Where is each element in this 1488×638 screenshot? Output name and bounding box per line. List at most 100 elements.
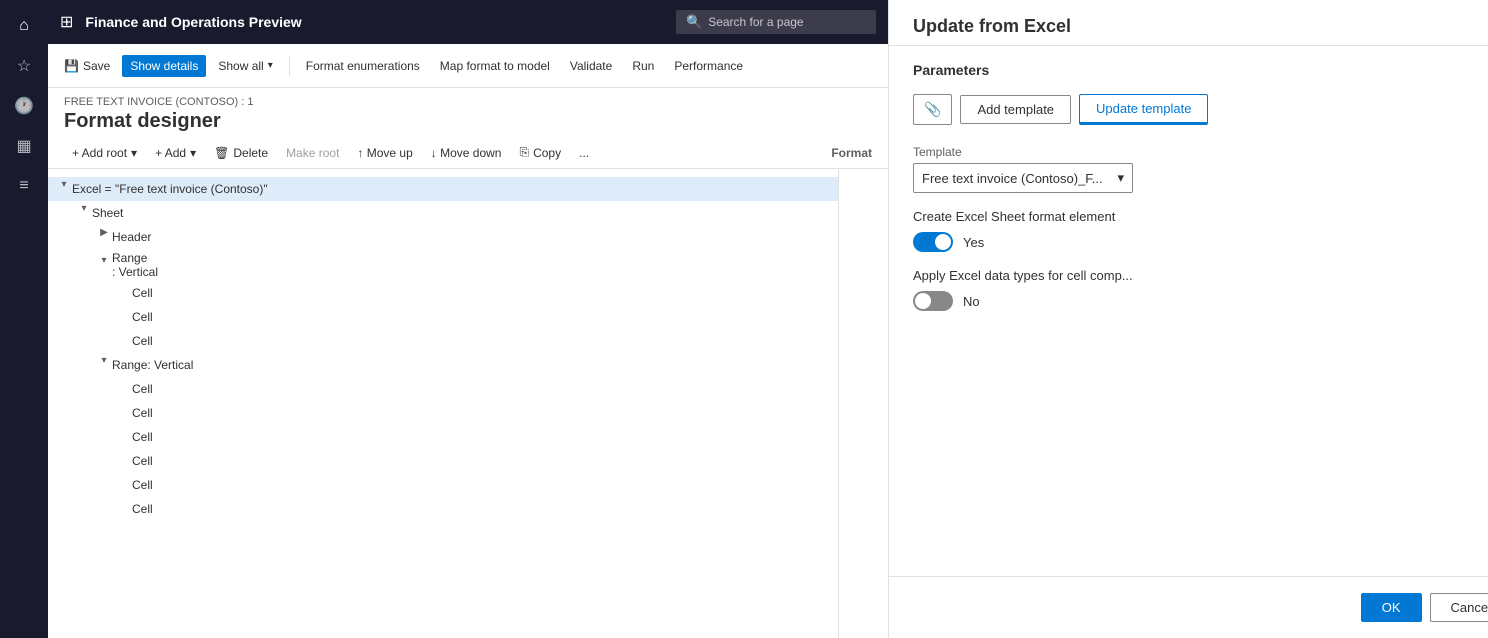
show-details-button[interactable]: Show details [122,55,206,77]
format-enumerations-button[interactable]: Format enumerations [298,55,428,77]
add-root-button[interactable]: + Add root ▾ [64,142,145,164]
search-icon: 🔍 [686,14,702,30]
tree-item-label: Header [112,230,151,244]
tree-toggle-icon[interactable]: ▾ [56,179,72,199]
tree-item[interactable]: ▾Excel = "Free text invoice (Contoso)" [48,177,838,201]
tree-item[interactable]: Cell [48,425,838,449]
content-area: ▾Excel = "Free text invoice (Contoso)"▾S… [48,169,888,638]
add-template-button[interactable]: Add template [960,95,1071,124]
tree-item-label: Cell [132,382,153,396]
save-button[interactable]: 💾 Save [56,55,118,77]
tree-panel: ▾Excel = "Free text invoice (Contoso)"▾S… [48,169,838,638]
template-select[interactable]: Free text invoice (Contoso)_F... ▾ [913,163,1133,193]
create-excel-field-group: Create Excel Sheet format element Yes [913,209,1488,252]
performance-button[interactable]: Performance [666,55,751,77]
recent-icon[interactable]: 🕐 [6,88,42,124]
tree-toggle-icon[interactable]: ▾ [76,203,92,223]
toggle-knob [915,293,931,309]
more-button[interactable]: ... [571,142,597,164]
star-icon[interactable]: ☆ [6,48,42,84]
tree-item-label: Cell [132,502,153,516]
tree-item[interactable]: Cell [48,497,838,521]
run-button[interactable]: Run [624,55,662,77]
tree-item[interactable]: ▾Sheet [48,201,838,225]
app-grid-icon[interactable]: ⊞ [60,12,73,32]
main-left-panel: ⊞ Finance and Operations Preview 🔍 💾 Sav… [48,0,888,638]
move-down-button[interactable]: ↓ Move down [423,142,510,164]
apply-excel-label: Apply Excel data types for cell comp... [913,268,1488,283]
tree-item[interactable]: Cell [48,473,838,497]
save-icon: 💾 [64,59,79,73]
tree-item-label: Sheet [92,206,123,220]
tree-item-label: Cell [132,406,153,420]
tree-item[interactable]: Cell [48,449,838,473]
map-format-button[interactable]: Map format to model [432,55,558,77]
tree-toggle-icon[interactable]: ▶ [96,227,112,247]
copy-button[interactable]: ⎘ Copy [511,141,569,164]
tree-item[interactable]: Cell [48,401,838,425]
params-title: Parameters [913,62,989,78]
template-field-group: Template Free text invoice (Contoso)_F..… [913,145,1488,193]
tree-toggle-icon[interactable]: ▾ [96,255,112,275]
ok-button[interactable]: OK [1361,593,1422,622]
tree-item[interactable]: ▾Range: Vertical [48,249,838,281]
tree-item[interactable]: Cell [48,377,838,401]
tree-spacer [116,283,132,303]
tree-item-label: Range: Vertical [112,358,193,372]
tree-spacer [116,475,132,495]
move-up-button[interactable]: ↑ Move up [349,142,420,164]
panel-title: Update from Excel [913,16,1071,37]
tree-item[interactable]: Cell [48,329,838,353]
chevron-down-icon: ▾ [131,146,137,160]
panel-header: Update from Excel ∧ [889,0,1488,46]
search-input[interactable] [708,15,858,29]
apply-excel-toggle-row: No [913,291,1488,311]
make-root-button[interactable]: Make root [278,142,347,164]
toolbar-divider-1 [289,56,290,76]
update-template-button[interactable]: Update template [1079,94,1208,125]
tree-item[interactable]: ▾Range: Vertical [48,353,838,377]
breadcrumb-area: FREE TEXT INVOICE (CONTOSO) : 1 Format d… [48,88,888,137]
top-nav: ⊞ Finance and Operations Preview 🔍 [48,0,888,44]
tree-item-label: Excel = "Free text invoice (Contoso)" [72,182,268,196]
tree-item[interactable]: ▶Header [48,225,838,249]
tree-spacer [116,307,132,327]
cancel-button[interactable]: Cancel [1430,593,1488,622]
format-panel-label: Format [831,146,872,160]
tree-item-label: Cell [132,310,153,324]
apply-excel-toggle[interactable] [913,291,953,311]
delete-icon: 🗑 [214,146,229,160]
tree-spacer [116,403,132,423]
apply-excel-field-group: Apply Excel data types for cell comp... … [913,268,1488,311]
attach-button[interactable]: 📎 [913,94,952,125]
list-icon[interactable]: ≡ [6,168,42,204]
panel-content: Parameters ∧ 📎 Add template Update templ… [889,46,1488,576]
format-panel [838,169,888,638]
page-title: Format designer [64,110,872,133]
tree-spacer [116,499,132,519]
panel-footer: OK Cancel [889,576,1488,638]
chevron-down-icon: ▾ [268,60,273,71]
template-field-label: Template [913,145,1488,159]
validate-button[interactable]: Validate [562,55,620,77]
tree-toggle-icon[interactable]: ▾ [96,355,112,375]
tree-item[interactable]: Cell [48,305,838,329]
tree-item-label: Cell [132,286,153,300]
show-all-button[interactable]: Show all ▾ [210,55,280,77]
tree-item-label: Cell [132,478,153,492]
delete-button[interactable]: 🗑 Delete [206,142,276,164]
app-title: Finance and Operations Preview [85,14,664,30]
main-toolbar: 💾 Save Show details Show all ▾ Format en… [48,44,888,88]
tree-spacer [116,331,132,351]
chevron-down-icon: ▾ [190,146,196,160]
home-icon[interactable]: ⌂ [6,8,42,44]
create-excel-toggle[interactable] [913,232,953,252]
search-box[interactable]: 🔍 [676,10,876,34]
template-buttons: 📎 Add template Update template [913,94,1488,125]
create-excel-toggle-value: Yes [963,235,984,250]
grid-icon[interactable]: ▦ [6,128,42,164]
format-toolbar: + Add root ▾ + Add ▾ 🗑 Delete Make root … [48,137,888,169]
create-excel-toggle-row: Yes [913,232,1488,252]
add-button[interactable]: + Add ▾ [147,142,204,164]
tree-item[interactable]: Cell [48,281,838,305]
